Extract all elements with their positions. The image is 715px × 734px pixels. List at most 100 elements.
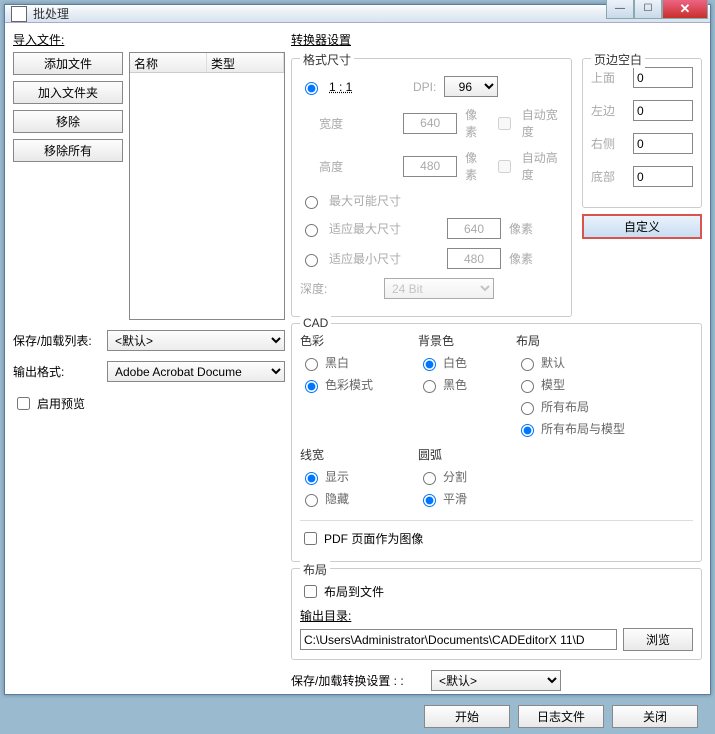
arc-split-label: 分割 [443, 468, 467, 485]
output-format-label: 输出格式: [13, 363, 101, 380]
browse-button[interactable]: 浏览 [623, 628, 693, 651]
arc-split-radio[interactable] [423, 472, 436, 485]
margin-top-label: 上面 [591, 69, 615, 86]
margins-groupbox: 页边空白 上面 左边 右侧 底部 [582, 58, 702, 208]
output-dir-label: 输出目录: [300, 607, 693, 624]
minimize-button[interactable]: — [606, 0, 634, 19]
arc-header: 圆弧 [418, 446, 508, 463]
output-format-combo[interactable]: Adobe Acrobat Docume [107, 361, 285, 382]
width-input [403, 113, 457, 134]
fit-max-input [447, 218, 501, 239]
close-button[interactable]: 关闭 [612, 705, 698, 728]
add-file-button[interactable]: 添加文件 [13, 52, 123, 75]
layout-default-radio[interactable] [521, 358, 534, 371]
ratio-1-1-radio[interactable] [305, 82, 318, 95]
color-header: 色彩 [300, 332, 410, 349]
format-groupbox: 格式尺寸 1 : 1 DPI: 96 宽度 像素 自动宽度 [291, 58, 572, 317]
layout-to-file-label: 布局到文件 [324, 583, 384, 600]
dpi-label: DPI: [413, 80, 436, 94]
format-legend: 格式尺寸 [300, 51, 354, 68]
save-list-combo[interactable]: <默认> [107, 330, 285, 351]
color-bw-radio[interactable] [305, 358, 318, 371]
app-icon [11, 6, 27, 22]
auto-height-checkbox [498, 160, 511, 173]
lw-show-radio[interactable] [305, 472, 318, 485]
auto-width-checkbox [498, 117, 511, 130]
fit-max-px: 像素 [509, 220, 533, 237]
maximize-button[interactable]: ☐ [634, 0, 662, 19]
layout-all-model-radio[interactable] [521, 424, 534, 437]
start-button[interactable]: 开始 [424, 705, 510, 728]
auto-height-label: 自动高度 [522, 149, 563, 183]
titlebar[interactable]: 批处理 — ☐ ✕ [5, 5, 710, 23]
fit-min-label: 适应最小尺寸 [329, 250, 439, 267]
layout-header: 布局 [516, 332, 693, 349]
margin-bottom-input[interactable] [633, 166, 693, 187]
output-dir-input[interactable] [300, 629, 617, 650]
col-type[interactable]: 类型 [207, 53, 284, 72]
margins-legend: 页边空白 [591, 51, 645, 68]
fit-max-radio[interactable] [305, 224, 318, 237]
auto-width-label: 自动宽度 [522, 106, 563, 140]
cad-groupbox: CAD 色彩 黑白 色彩模式 背景色 白色 黑色 布局 默认 [291, 323, 702, 562]
height-input [403, 156, 457, 177]
dpi-combo[interactable]: 96 [444, 76, 498, 97]
max-possible-label: 最大可能尺寸 [329, 192, 401, 209]
add-folder-button[interactable]: 加入文件夹 [13, 81, 123, 104]
output-layout-groupbox: 布局 布局到文件 输出目录: 浏览 [291, 568, 702, 660]
color-bw-label: 黑白 [325, 354, 349, 371]
color-mode-label: 色彩模式 [325, 376, 373, 393]
fit-min-input [447, 248, 501, 269]
converter-settings-label: 转换器设置 [291, 31, 702, 48]
bg-black-radio[interactable] [423, 380, 436, 393]
fit-min-radio[interactable] [305, 254, 318, 267]
layout-model-radio[interactable] [521, 380, 534, 393]
bg-white-radio[interactable] [423, 358, 436, 371]
margin-bottom-label: 底部 [591, 168, 615, 185]
margin-top-input[interactable] [633, 67, 693, 88]
enable-preview-label: 启用预览 [37, 395, 85, 412]
file-list[interactable]: 名称 类型 [129, 52, 285, 320]
lw-hide-label: 隐藏 [325, 490, 349, 507]
pdf-as-image-label: PDF 页面作为图像 [324, 530, 423, 547]
arc-smooth-label: 平滑 [443, 490, 467, 507]
bg-black-label: 黑色 [443, 376, 467, 393]
save-list-label: 保存/加载列表: [13, 332, 101, 349]
height-px: 像素 [465, 149, 486, 183]
layout-all-label: 所有布局 [541, 398, 589, 415]
margin-left-label: 左边 [591, 102, 615, 119]
save-conv-combo[interactable]: <默认> [431, 670, 561, 691]
bg-white-label: 白色 [443, 354, 467, 371]
col-name[interactable]: 名称 [130, 53, 207, 72]
color-mode-radio[interactable] [305, 380, 318, 393]
margin-left-input[interactable] [633, 100, 693, 121]
save-conv-label: 保存/加载转换设置 : : [291, 672, 421, 689]
layout-all-model-label: 所有布局与模型 [541, 420, 625, 437]
depth-combo: 24 Bit [384, 278, 494, 299]
layout-to-file-checkbox[interactable] [304, 585, 317, 598]
custom-button[interactable]: 自定义 [582, 214, 702, 239]
arc-smooth-radio[interactable] [423, 494, 436, 507]
enable-preview-checkbox[interactable] [17, 397, 30, 410]
height-label: 高度 [319, 158, 395, 175]
close-window-button[interactable]: ✕ [662, 0, 708, 19]
pdf-as-image-checkbox[interactable] [304, 532, 317, 545]
output-layout-legend: 布局 [300, 561, 330, 578]
lw-header: 线宽 [300, 446, 410, 463]
width-label: 宽度 [319, 115, 395, 132]
layout-all-radio[interactable] [521, 402, 534, 415]
margin-right-input[interactable] [633, 133, 693, 154]
remove-button[interactable]: 移除 [13, 110, 123, 133]
layout-model-label: 模型 [541, 376, 565, 393]
window-title: 批处理 [33, 5, 606, 22]
lw-hide-radio[interactable] [305, 494, 318, 507]
log-file-button[interactable]: 日志文件 [518, 705, 604, 728]
max-possible-radio[interactable] [305, 196, 318, 209]
remove-all-button[interactable]: 移除所有 [13, 139, 123, 162]
batch-window: 批处理 — ☐ ✕ 导入文件: 添加文件 加入文件夹 移除 移除所有 名称 类型 [4, 4, 711, 695]
import-files-label: 导入文件: [13, 31, 285, 48]
cad-legend: CAD [300, 316, 331, 330]
width-px: 像素 [465, 106, 486, 140]
ratio-1-1-label: 1 : 1 [329, 80, 405, 94]
footer: 开始 日志文件 关闭 [5, 699, 710, 734]
